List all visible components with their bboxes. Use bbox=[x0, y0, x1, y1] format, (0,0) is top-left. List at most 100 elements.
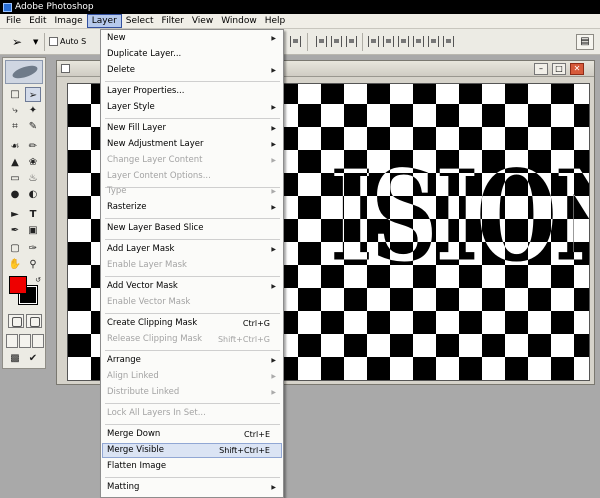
maximize-button[interactable]: □ bbox=[552, 63, 566, 75]
menu-item-type: Type ▶ bbox=[102, 184, 282, 199]
menu-item-arrange[interactable]: Arrange ▶ bbox=[102, 353, 282, 368]
pen-tool-icon[interactable]: ✒ bbox=[7, 223, 23, 238]
lasso-tool-icon[interactable]: ⤷ bbox=[7, 103, 23, 118]
distribute-hcenter-icon[interactable] bbox=[428, 36, 439, 47]
options-separator bbox=[307, 33, 308, 51]
distribute-middle-icon[interactable] bbox=[383, 36, 394, 47]
clone-stamp-tool-icon[interactable]: ▲ bbox=[7, 155, 23, 170]
zoom-tool-icon[interactable]: ⚲ bbox=[25, 257, 41, 272]
options-separator bbox=[44, 33, 45, 51]
distribute-top-icon[interactable] bbox=[368, 36, 379, 47]
toolbox: □ ➢ ⤷ ✦ ⌗ ✎ ☙ ✏ ▲ ❀ ▭ ♨ ● ◐ ► T ✒ ▣ ▢ ✑ … bbox=[2, 57, 46, 369]
submenu-arrow-icon: ▶ bbox=[271, 283, 276, 290]
menu-item-add-vector-mask[interactable]: Add Vector Mask ▶ bbox=[102, 279, 282, 294]
menu-item-flatten-image[interactable]: Flatten Image bbox=[102, 459, 282, 474]
paint-bucket-tool-icon[interactable]: ♨ bbox=[25, 171, 41, 186]
menu-item-align-linked: Align Linked ▶ bbox=[102, 369, 282, 384]
close-button[interactable]: ✕ bbox=[570, 63, 584, 75]
marquee-tool-icon[interactable]: □ bbox=[7, 87, 23, 102]
menu-layer[interactable]: Layer bbox=[86, 14, 122, 28]
distribute-bottom-icon[interactable] bbox=[398, 36, 409, 47]
menu-item-release-clipping-mask: Release Clipping Mask Shift+Ctrl+G bbox=[102, 332, 282, 347]
shape-tool-icon[interactable]: ▣ bbox=[25, 223, 41, 238]
submenu-arrow-icon: ▶ bbox=[271, 125, 276, 132]
menu-help[interactable]: Help bbox=[261, 14, 290, 28]
menu-separator bbox=[105, 403, 280, 404]
menu-item-new-layer-based-slice[interactable]: New Layer Based Slice bbox=[102, 221, 282, 236]
path-selection-tool-icon[interactable]: ► bbox=[7, 207, 23, 222]
menu-item-create-clipping-mask[interactable]: Create Clipping Mask Ctrl+G bbox=[102, 316, 282, 331]
hand-tool-icon[interactable]: ✋ bbox=[7, 257, 23, 272]
submenu-arrow-icon: ▶ bbox=[271, 157, 276, 164]
layer-menu-dropdown: New ▶ Duplicate Layer... Delete ▶ Layer Pr… bbox=[100, 29, 284, 498]
menu-separator bbox=[105, 276, 280, 277]
menu-item-new-adjustment-layer[interactable]: New Adjustment Layer ▶ bbox=[102, 137, 282, 152]
standard-mode-icon[interactable] bbox=[8, 314, 24, 328]
menu-item-new[interactable]: New ▶ bbox=[102, 31, 282, 46]
menu-item-delete[interactable]: Delete ▶ bbox=[102, 63, 282, 78]
menu-item-new-fill-layer[interactable]: New Fill Layer ▶ bbox=[102, 121, 282, 136]
submenu-arrow-icon: ▶ bbox=[271, 246, 276, 253]
window-title: Adobe Photoshop bbox=[15, 2, 94, 12]
align-top-icon[interactable] bbox=[290, 36, 301, 47]
foreground-color-swatch[interactable] bbox=[9, 276, 27, 294]
menu-item-merge-down[interactable]: Merge Down Ctrl+E bbox=[102, 427, 282, 442]
jump-to-imageready-icon[interactable]: ▩ bbox=[7, 351, 23, 366]
brush-tool-icon[interactable]: ✏ bbox=[25, 139, 41, 154]
notes-tool-icon[interactable]: ▢ bbox=[7, 241, 23, 256]
distribute-right-icon[interactable] bbox=[443, 36, 454, 47]
align-center-icon[interactable] bbox=[331, 36, 342, 47]
eraser-tool-icon[interactable]: ▭ bbox=[7, 171, 23, 186]
magic-wand-tool-icon[interactable]: ✦ bbox=[25, 103, 41, 118]
quick-mask-mode-icon[interactable] bbox=[26, 314, 42, 328]
submenu-arrow-icon: ▶ bbox=[271, 204, 276, 211]
menu-item-add-layer-mask[interactable]: Add Layer Mask ▶ bbox=[102, 242, 282, 257]
menu-separator bbox=[105, 81, 280, 82]
full-screen-mode-icon[interactable] bbox=[32, 334, 44, 348]
menu-separator bbox=[105, 118, 280, 119]
move-tool-preset-icon[interactable]: ➢ bbox=[12, 35, 22, 49]
menu-edit[interactable]: Edit bbox=[25, 14, 50, 28]
menu-window[interactable]: Window bbox=[217, 14, 261, 28]
toolbox-header[interactable] bbox=[5, 60, 43, 84]
dodge-tool-icon[interactable]: ◐ bbox=[25, 187, 41, 202]
canvas-illusion-text: ISION bbox=[330, 143, 589, 289]
full-screen-menu-mode-icon[interactable] bbox=[19, 334, 31, 348]
swap-colors-icon[interactable]: ↺ bbox=[30, 273, 46, 288]
menu-item-rasterize[interactable]: Rasterize ▶ bbox=[102, 200, 282, 215]
menu-separator bbox=[105, 313, 280, 314]
edit-in-imageready-icon[interactable]: ✔ bbox=[25, 351, 41, 366]
menu-filter[interactable]: Filter bbox=[158, 14, 188, 28]
menu-item-layer-style[interactable]: Layer Style ▶ bbox=[102, 100, 282, 115]
move-tool-icon[interactable]: ➢ bbox=[25, 87, 41, 102]
title-bar: Adobe Photoshop bbox=[0, 0, 600, 14]
blur-tool-icon[interactable]: ● bbox=[7, 187, 23, 202]
slice-tool-icon[interactable]: ✎ bbox=[25, 119, 41, 134]
menu-image[interactable]: Image bbox=[51, 14, 87, 28]
menu-view[interactable]: View bbox=[188, 14, 217, 28]
menu-item-matting[interactable]: Matting ▶ bbox=[102, 480, 282, 495]
distribute-left-icon[interactable] bbox=[413, 36, 424, 47]
auto-select-checkbox[interactable] bbox=[49, 37, 58, 46]
feather-logo-icon bbox=[11, 63, 39, 81]
submenu-arrow-icon: ▶ bbox=[271, 67, 276, 74]
type-tool-icon[interactable]: T bbox=[25, 207, 41, 222]
align-right-icon[interactable] bbox=[346, 36, 357, 47]
preset-dropdown-arrow-icon[interactable]: ▼ bbox=[33, 38, 38, 46]
palette-well-icon[interactable]: ▤ bbox=[576, 34, 594, 50]
menu-item-merge-visible[interactable]: Merge Visible Shift+Ctrl+E bbox=[102, 443, 282, 458]
align-left-icon[interactable] bbox=[316, 36, 327, 47]
minimize-button[interactable]: – bbox=[534, 63, 548, 75]
menu-select[interactable]: Select bbox=[122, 14, 158, 28]
menu-item-enable-vector-mask: Enable Vector Mask bbox=[107, 297, 191, 307]
menu-separator bbox=[105, 239, 280, 240]
menu-item-duplicate-layer[interactable]: Duplicate Layer... bbox=[102, 47, 282, 62]
eyedropper-tool-icon[interactable]: ✑ bbox=[25, 241, 41, 256]
menu-item-layer-properties[interactable]: Layer Properties... bbox=[102, 84, 282, 99]
menu-file[interactable]: File bbox=[2, 14, 25, 28]
healing-brush-tool-icon[interactable]: ☙ bbox=[7, 139, 23, 154]
history-brush-tool-icon[interactable]: ❀ bbox=[25, 155, 41, 170]
menu-item-enable-layer-mask: Enable Layer Mask bbox=[107, 260, 187, 270]
crop-tool-icon[interactable]: ⌗ bbox=[7, 119, 23, 134]
standard-screen-mode-icon[interactable] bbox=[6, 334, 18, 348]
